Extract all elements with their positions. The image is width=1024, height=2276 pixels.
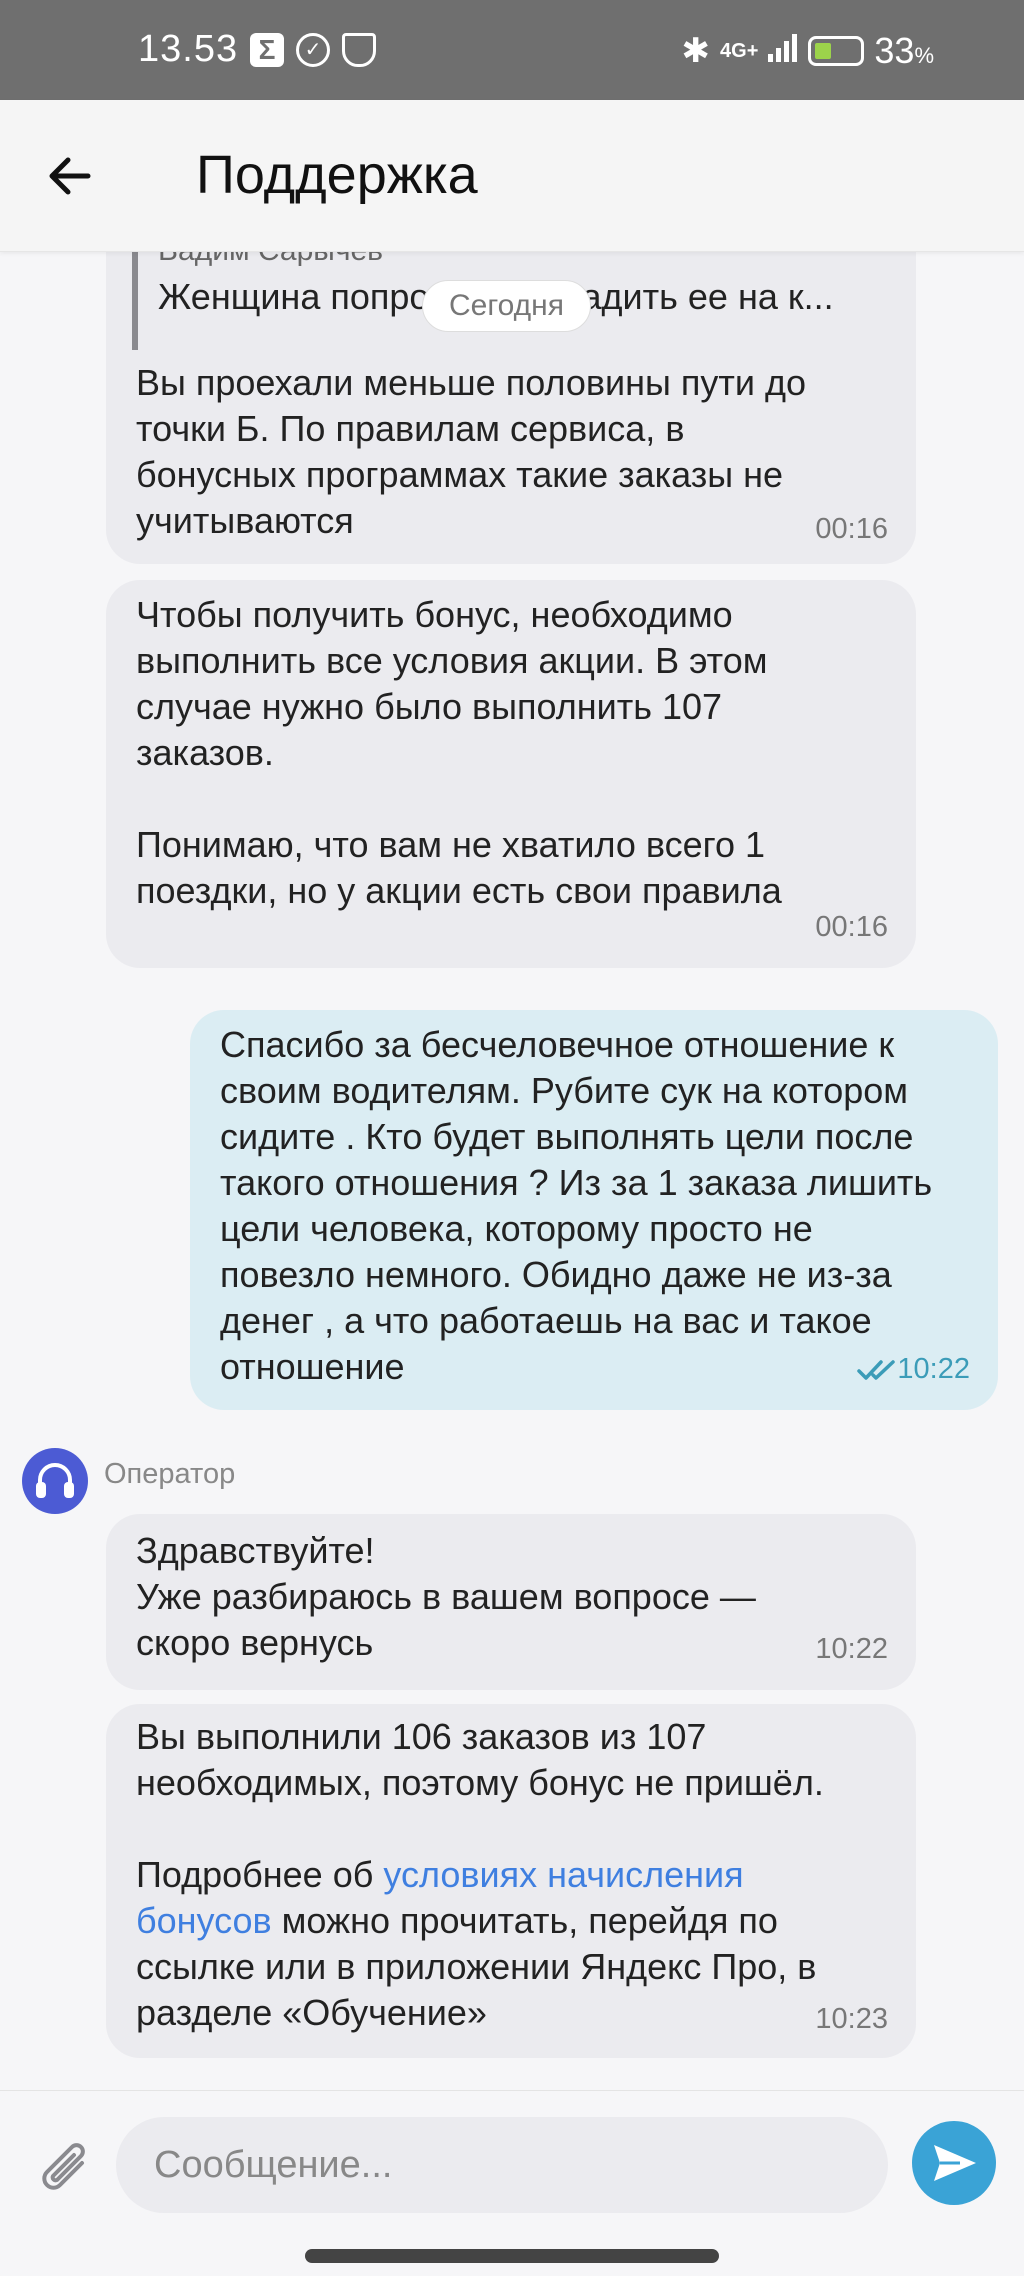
message-composer [0,2090,1024,2276]
message-time: 00:16 [815,513,888,545]
date-chip: Сегодня [422,280,591,332]
outgoing-message: Спасибо за бесчеловечное отношение к сво… [190,1010,998,1410]
shield-icon [342,33,376,67]
operator-avatar [22,1448,88,1514]
notification-icons: Σ ✓ [250,33,376,67]
message-text: Вы выполнили 106 заказов из 107 необходи… [136,1716,824,2033]
operator-label: Оператор [104,1458,236,1490]
send-icon [934,2145,976,2181]
battery-level: 33% [874,30,934,71]
bluetooth-icon: ✱ [681,32,711,70]
message-time: 10:22 [857,1346,970,1392]
system-icons: ✱ 4G+ 33% [682,30,934,72]
message-input[interactable] [116,2117,888,2213]
back-arrow-icon[interactable] [40,146,100,206]
message-text: Здравствуйте! Уже разбираюсь в вашем воп… [136,1530,756,1663]
incoming-message: Вадим Сарычев Женщина попросила высадить… [106,200,916,564]
status-bar: 13.53 Σ ✓ ✱ 4G+ 33% [0,0,1024,100]
message-text: Чтобы получить бонус, необходимо выполни… [136,594,782,911]
paperclip-icon[interactable] [38,2135,96,2205]
headset-icon [36,1463,74,1498]
signal-icon [768,32,798,71]
message-time: 00:16 [815,911,888,943]
incoming-message: Чтобы получить бонус, необходимо выполни… [106,580,916,968]
home-indicator[interactable] [305,2249,719,2263]
message-text: Спасибо за бесчеловечное отношение к сво… [220,1024,933,1387]
battery-icon [808,36,865,66]
message-text: Вы проехали меньше половины пути до точк… [136,362,806,541]
page-title: Поддержка [196,145,478,205]
incoming-message: Вы выполнили 106 заказов из 107 необходи… [106,1704,916,2058]
app-bar: Поддержка [0,100,1024,252]
message-time: 10:23 [815,2003,888,2035]
sigma-icon: Σ [250,33,284,67]
network-type: 4G+ [720,39,759,62]
check-circle-icon: ✓ [296,33,330,67]
double-check-icon [857,1360,896,1381]
incoming-message: Здравствуйте! Уже разбираюсь в вашем воп… [106,1514,916,1690]
message-time: 10:22 [815,1633,888,1665]
status-time: 13.53 [138,28,239,70]
send-button[interactable] [912,2121,996,2205]
